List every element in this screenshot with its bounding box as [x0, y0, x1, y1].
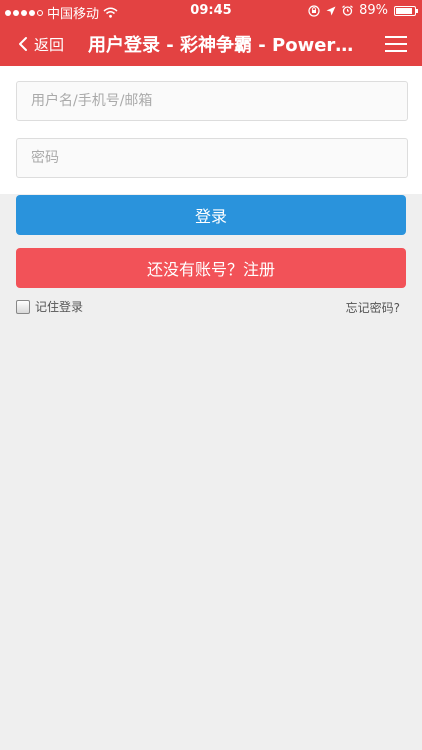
- login-options: 记住登录 忘记密码?: [16, 298, 406, 318]
- login-screen: 中国移动 09:45 89% 返回 用户登录 - 彩神争霸 - Powere..…: [0, 0, 422, 750]
- login-button[interactable]: 登录: [16, 195, 406, 235]
- remember-login-toggle[interactable]: 记住登录: [16, 298, 83, 315]
- status-bar: 中国移动 09:45 89%: [0, 0, 422, 22]
- forgot-password-link[interactable]: 忘记密码?: [346, 299, 400, 316]
- remember-label: 记住登录: [35, 300, 84, 314]
- menu-button[interactable]: [384, 32, 408, 56]
- alarm-icon: [342, 5, 353, 16]
- login-form: [0, 66, 422, 194]
- chevron-left-icon: [19, 37, 27, 51]
- nav-bar: 返回 用户登录 - 彩神争霸 - Powere...: [0, 22, 422, 66]
- hamburger-menu-icon: [385, 36, 407, 52]
- remember-checkbox[interactable]: [16, 299, 30, 314]
- battery-percent: 89%: [359, 3, 388, 18]
- app-header: 中国移动 09:45 89% 返回 用户登录 - 彩神争霸 - Powere..…: [0, 0, 422, 66]
- rotation-lock-icon: [308, 4, 320, 17]
- location-arrow-icon: [326, 6, 336, 15]
- username-input[interactable]: [16, 81, 408, 121]
- battery-level: [396, 7, 412, 14]
- register-button[interactable]: 还没有账号？注册: [16, 248, 406, 288]
- battery-icon: [394, 5, 418, 16]
- status-right: 89%: [308, 3, 418, 18]
- page-title: 用户登录 - 彩神争霸 - Powere...: [88, 35, 358, 56]
- back-button[interactable]: 返回: [18, 30, 64, 58]
- back-label: 返回: [34, 35, 65, 54]
- password-input[interactable]: [16, 138, 408, 178]
